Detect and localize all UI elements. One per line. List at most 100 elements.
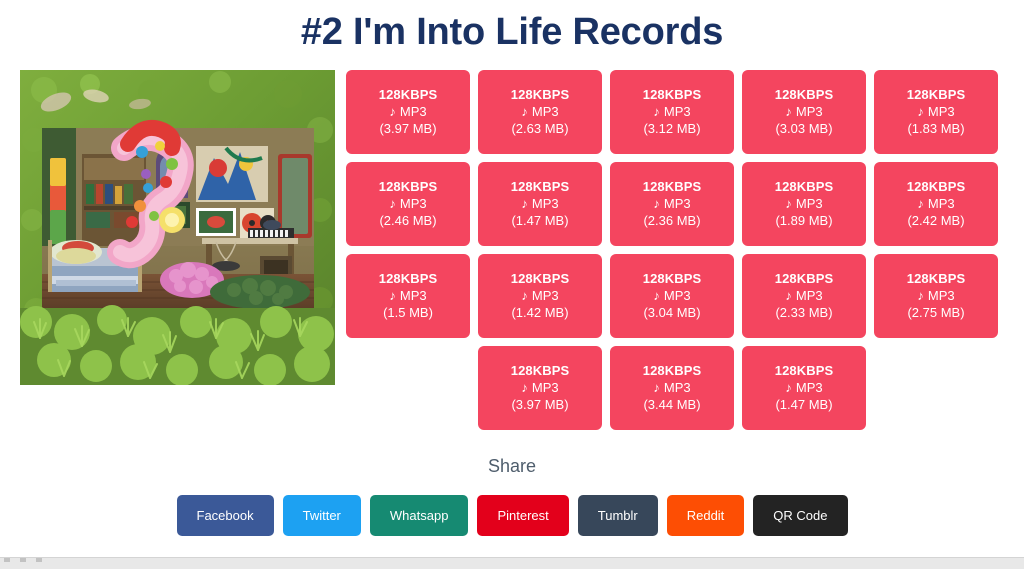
music-note-icon: ♪ [653,380,660,396]
download-grid: 128KBPS ♪ MP3 (3.97 MB) 128KBPS ♪ MP3 (2… [335,69,1024,438]
file-size-label: (1.5 MB) [383,305,433,321]
format-line: ♪ MP3 [653,103,690,120]
download-row: 128KBPS ♪ MP3 (1.5 MB) 128KBPS ♪ MP3 (1.… [346,253,998,338]
format-label: MP3 [663,196,691,212]
music-note-icon: ♪ [521,104,528,120]
bitrate-label: 128KBPS [906,87,966,103]
file-size-label: (1.47 MB) [511,213,569,229]
format-line: ♪ MP3 [653,287,690,304]
format-label: MP3 [927,196,955,212]
file-size-label: (3.44 MB) [643,397,701,413]
format-line: ♪ MP3 [389,103,426,120]
bitrate-label: 128KBPS [642,271,702,287]
format-line: ♪ MP3 [521,379,558,396]
bitrate-label: 128KBPS [774,87,834,103]
download-button[interactable]: 128KBPS ♪ MP3 (1.42 MB) [478,253,602,338]
cutoff-bottom-bar-content [0,558,1024,562]
format-label: MP3 [531,380,559,396]
download-button[interactable]: 128KBPS ♪ MP3 (3.44 MB) [610,345,734,430]
file-size-label: (2.63 MB) [511,121,569,137]
file-size-label: (3.97 MB) [511,397,569,413]
download-button[interactable]: 128KBPS ♪ MP3 (2.33 MB) [742,253,866,338]
bitrate-label: 128KBPS [642,87,702,103]
download-button[interactable]: 128KBPS ♪ MP3 (1.47 MB) [742,345,866,430]
download-button[interactable]: 128KBPS ♪ MP3 (2.75 MB) [874,253,998,338]
grid-spacer [874,346,998,430]
music-note-icon: ♪ [389,288,396,304]
format-label: MP3 [531,288,559,304]
share-button-twitter[interactable]: Twitter [282,494,361,536]
download-button[interactable]: 128KBPS ♪ MP3 (1.83 MB) [874,69,998,154]
download-button[interactable]: 128KBPS ♪ MP3 (2.42 MB) [874,161,998,246]
share-button-whatsapp[interactable]: Whatsapp [369,494,469,536]
file-size-label: (2.46 MB) [379,213,437,229]
format-line: ♪ MP3 [389,287,426,304]
bitrate-label: 128KBPS [774,363,834,379]
download-button[interactable]: 128KBPS ♪ MP3 (2.63 MB) [478,69,602,154]
format-line: ♪ MP3 [917,103,954,120]
download-button[interactable]: 128KBPS ♪ MP3 (3.97 MB) [478,345,602,430]
cutoff-tick [20,558,26,562]
bitrate-label: 128KBPS [510,87,570,103]
share-button-group: Facebook Twitter Whatsapp Pinterest Tumb… [0,494,1024,536]
main-content: 128KBPS ♪ MP3 (3.97 MB) 128KBPS ♪ MP3 (2… [0,58,1024,438]
bitrate-label: 128KBPS [378,179,438,195]
download-button[interactable]: 128KBPS ♪ MP3 (2.46 MB) [346,161,470,246]
download-row: 128KBPS ♪ MP3 (3.97 MB) 128KBPS ♪ MP3 (2… [346,69,998,154]
download-button[interactable]: 128KBPS ♪ MP3 (1.89 MB) [742,161,866,246]
format-line: ♪ MP3 [653,379,690,396]
file-size-label: (1.47 MB) [775,397,833,413]
share-button-qrcode[interactable]: QR Code [753,494,848,536]
file-size-label: (3.03 MB) [775,121,833,137]
format-line: ♪ MP3 [917,195,954,212]
download-button[interactable]: 128KBPS ♪ MP3 (1.47 MB) [478,161,602,246]
bitrate-label: 128KBPS [642,363,702,379]
music-note-icon: ♪ [785,104,792,120]
format-label: MP3 [663,104,691,120]
format-label: MP3 [399,288,427,304]
download-button[interactable]: 128KBPS ♪ MP3 (3.12 MB) [610,69,734,154]
share-button-pinterest[interactable]: Pinterest [477,494,569,536]
bitrate-label: 128KBPS [642,179,702,195]
page-root: #2 I'm Into Life Records 128KBPS ♪ MP3 (… [0,0,1024,569]
share-button-reddit[interactable]: Reddit [666,494,745,536]
music-note-icon: ♪ [521,380,528,396]
bitrate-label: 128KBPS [378,87,438,103]
format-label: MP3 [531,104,559,120]
cutoff-tick [4,558,10,562]
cutoff-bottom-bar [0,557,1024,569]
download-button[interactable]: 128KBPS ♪ MP3 (2.36 MB) [610,161,734,246]
format-line: ♪ MP3 [785,103,822,120]
download-button[interactable]: 128KBPS ♪ MP3 (3.97 MB) [346,69,470,154]
music-note-icon: ♪ [521,288,528,304]
file-size-label: (1.83 MB) [907,121,965,137]
format-line: ♪ MP3 [785,379,822,396]
format-label: MP3 [663,380,691,396]
music-note-icon: ♪ [785,380,792,396]
music-note-icon: ♪ [785,288,792,304]
download-row: 128KBPS ♪ MP3 (3.97 MB) 128KBPS ♪ MP3 (3… [346,345,998,430]
format-label: MP3 [663,288,691,304]
format-label: MP3 [795,288,823,304]
bitrate-label: 128KBPS [510,363,570,379]
music-note-icon: ♪ [389,104,396,120]
download-button[interactable]: 128KBPS ♪ MP3 (3.04 MB) [610,253,734,338]
download-button[interactable]: 128KBPS ♪ MP3 (3.03 MB) [742,69,866,154]
music-note-icon: ♪ [917,196,924,212]
bitrate-label: 128KBPS [510,271,570,287]
share-section: Share Facebook Twitter Whatsapp Pinteres… [0,456,1024,536]
bitrate-label: 128KBPS [774,271,834,287]
file-size-label: (3.12 MB) [643,121,701,137]
grid-spacer [346,346,470,430]
download-button[interactable]: 128KBPS ♪ MP3 (1.5 MB) [346,253,470,338]
page-title: #2 I'm Into Life Records [300,11,724,53]
format-line: ♪ MP3 [785,287,822,304]
bitrate-label: 128KBPS [906,179,966,195]
file-size-label: (1.89 MB) [775,213,833,229]
format-label: MP3 [795,380,823,396]
format-line: ♪ MP3 [785,195,822,212]
share-button-facebook[interactable]: Facebook [176,494,274,536]
share-button-tumblr[interactable]: Tumblr [577,494,658,536]
format-line: ♪ MP3 [521,287,558,304]
file-size-label: (2.42 MB) [907,213,965,229]
